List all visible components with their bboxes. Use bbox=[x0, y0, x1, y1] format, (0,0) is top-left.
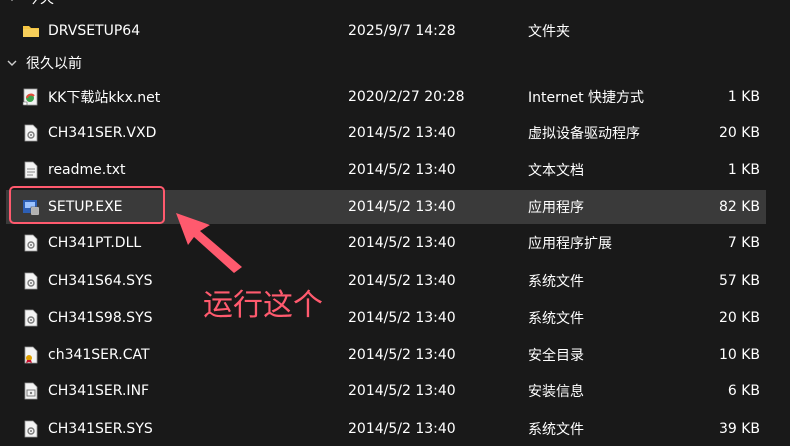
group-header-today[interactable]: 今天 bbox=[6, 0, 54, 12]
file-row[interactable]: CH341SER.INF 2014/5/2 13:40 安装信息 6 KB bbox=[6, 374, 766, 408]
file-row[interactable]: ch341SER.CAT 2014/5/2 13:40 安全目录 10 KB bbox=[6, 338, 766, 372]
chevron-down-icon bbox=[6, 57, 18, 69]
file-date: 2014/5/2 13:40 bbox=[348, 162, 456, 178]
file-date: 2014/5/2 13:40 bbox=[348, 421, 456, 437]
file-date: 2014/5/2 13:40 bbox=[348, 347, 456, 363]
file-size: 39 KB bbox=[718, 421, 760, 437]
system-file-icon bbox=[22, 272, 40, 290]
annotation-highlight-box bbox=[9, 186, 165, 224]
system-file-icon bbox=[22, 309, 40, 327]
file-name: CH341SER.SYS bbox=[48, 421, 153, 437]
file-name: CH341S64.SYS bbox=[48, 273, 153, 289]
file-date: 2014/5/2 13:40 bbox=[348, 273, 456, 289]
chevron-down-icon bbox=[6, 0, 18, 4]
file-size: 20 KB bbox=[718, 125, 760, 141]
file-size: 6 KB bbox=[727, 383, 760, 399]
file-name: CH341SER.INF bbox=[48, 383, 150, 399]
file-type: 系统文件 bbox=[528, 422, 584, 438]
file-name: CH341PT.DLL bbox=[48, 235, 142, 251]
file-date: 2014/5/2 13:40 bbox=[348, 235, 456, 251]
file-type: 系统文件 bbox=[528, 311, 584, 327]
file-row[interactable]: DRVSETUP64 2025/9/7 14:28 文件夹 bbox=[6, 14, 766, 48]
file-type: 虚拟设备驱动程序 bbox=[528, 126, 640, 142]
system-file-icon bbox=[22, 234, 40, 252]
file-size: 57 KB bbox=[718, 273, 760, 289]
file-date: 2025/9/7 14:28 bbox=[348, 23, 456, 39]
file-date: 2014/5/2 13:40 bbox=[348, 125, 456, 141]
file-date: 2014/5/2 13:40 bbox=[348, 310, 456, 326]
system-file-icon bbox=[22, 124, 40, 142]
file-type: 文件夹 bbox=[528, 24, 570, 40]
file-row[interactable]: CH341S98.SYS 2014/5/2 13:40 系统文件 20 KB bbox=[6, 301, 766, 335]
file-row[interactable]: CH341SER.VXD 2014/5/2 13:40 虚拟设备驱动程序 20 … bbox=[6, 116, 766, 150]
file-type: 系统文件 bbox=[528, 274, 584, 290]
text-file-icon bbox=[22, 161, 40, 179]
group-header-long-ago[interactable]: 很久以前 bbox=[6, 49, 82, 77]
file-type: 文本文档 bbox=[528, 163, 584, 179]
file-size: 1 KB bbox=[727, 89, 760, 105]
file-name: CH341S98.SYS bbox=[48, 310, 153, 326]
group-label: 很久以前 bbox=[26, 56, 82, 72]
file-row[interactable]: CH341PT.DLL 2014/5/2 13:40 应用程序扩展 7 KB bbox=[6, 226, 766, 260]
file-type: 安装信息 bbox=[528, 384, 584, 400]
file-type: Internet 快捷方式 bbox=[528, 90, 645, 106]
setup-info-icon bbox=[22, 382, 40, 400]
file-size: 1 KB bbox=[727, 162, 760, 178]
annotation-text: 运行这个 bbox=[203, 288, 323, 323]
file-type: 安全目录 bbox=[528, 348, 584, 364]
file-size: 7 KB bbox=[727, 235, 760, 251]
file-name: CH341SER.VXD bbox=[48, 125, 157, 141]
file-date: 2014/5/2 13:40 bbox=[348, 383, 456, 399]
file-row[interactable]: KK下载站kkx.net 2020/2/27 20:28 Internet 快捷… bbox=[6, 80, 766, 114]
file-name: ch341SER.CAT bbox=[48, 347, 150, 363]
group-label: 今天 bbox=[26, 0, 54, 8]
file-name: DRVSETUP64 bbox=[48, 23, 141, 39]
system-file-icon bbox=[22, 420, 40, 438]
file-row[interactable]: CH341SER.SYS 2014/5/2 13:40 系统文件 39 KB bbox=[6, 412, 766, 446]
file-type: 应用程序 bbox=[528, 200, 584, 216]
file-size: 20 KB bbox=[718, 310, 760, 326]
file-type: 应用程序扩展 bbox=[528, 236, 612, 252]
file-row[interactable]: CH341S64.SYS 2014/5/2 13:40 系统文件 57 KB bbox=[6, 264, 766, 298]
file-date: 2014/5/2 13:40 bbox=[348, 199, 456, 215]
file-name: KK下载站kkx.net bbox=[48, 90, 161, 106]
file-row[interactable]: readme.txt 2014/5/2 13:40 文本文档 1 KB bbox=[6, 153, 766, 187]
folder-icon bbox=[22, 22, 40, 40]
security-catalog-icon bbox=[22, 346, 40, 364]
file-date: 2020/2/27 20:28 bbox=[348, 89, 465, 105]
file-name: readme.txt bbox=[48, 162, 126, 178]
file-size: 10 KB bbox=[718, 347, 760, 363]
internet-shortcut-icon bbox=[22, 88, 40, 106]
annotation-arrow-icon bbox=[176, 213, 242, 273]
file-size: 82 KB bbox=[718, 199, 760, 215]
